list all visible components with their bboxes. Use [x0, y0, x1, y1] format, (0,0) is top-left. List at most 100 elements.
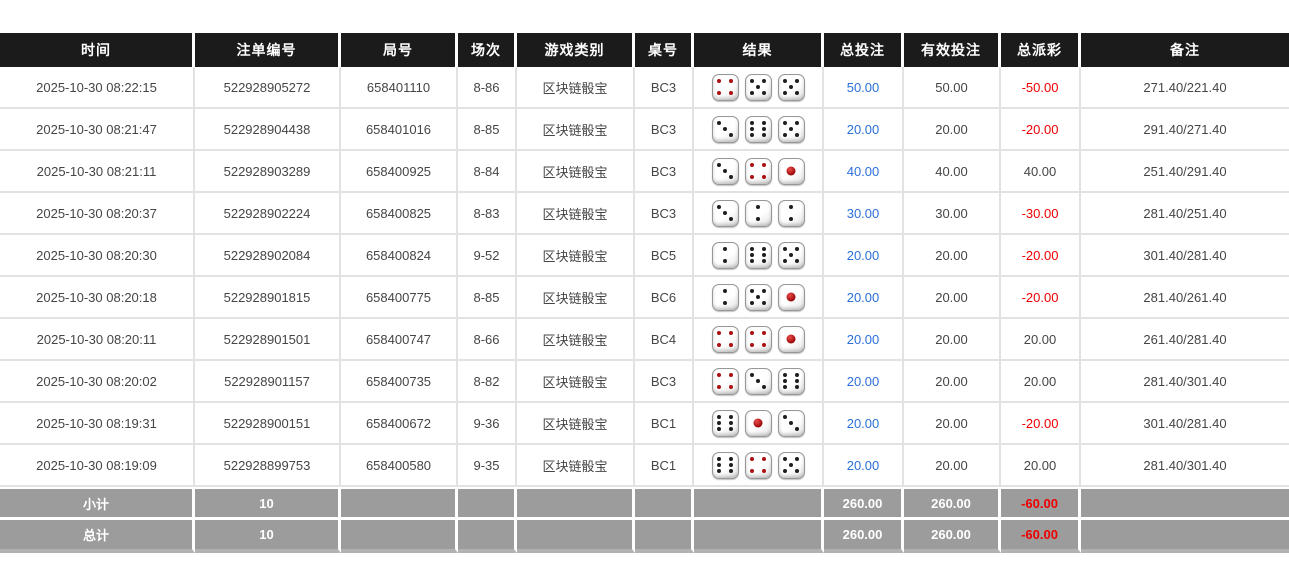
cell-time: 2025-10-30 08:20:18 [0, 277, 195, 319]
table-row: 2025-10-30 08:20:30522928902084658400824… [0, 235, 1289, 277]
cell-round-id: 658400775 [341, 277, 458, 319]
table-row: 2025-10-30 08:20:11522928901501658400747… [0, 319, 1289, 361]
subtotal-row: 小计10260.00260.00-60.00 [0, 487, 1289, 520]
cell-session: 9-52 [458, 235, 517, 277]
cell-time: 2025-10-30 08:22:15 [0, 67, 195, 109]
cell-valid-bet: 20.00 [904, 109, 1001, 151]
cell-round-id: 658400747 [341, 319, 458, 361]
cell-total-bet[interactable]: 20.00 [824, 235, 904, 277]
grandtotal-row: 总计10260.00260.00-60.00 [0, 520, 1289, 553]
footer-empty-game [517, 487, 635, 520]
cell-session: 8-66 [458, 319, 517, 361]
cell-total-bet[interactable]: 20.00 [824, 403, 904, 445]
cell-result-dice [694, 319, 824, 361]
die-4 [745, 326, 772, 353]
die-6 [745, 116, 772, 143]
column-header-remark: 备注 [1081, 33, 1289, 67]
table-row: 2025-10-30 08:19:09522928899753658400580… [0, 445, 1289, 487]
cell-total-payout: 40.00 [1001, 151, 1081, 193]
cell-total-bet[interactable]: 20.00 [824, 319, 904, 361]
cell-total-bet[interactable]: 20.00 [824, 109, 904, 151]
footer-count: 10 [195, 520, 341, 553]
table-header: 时间注单编号局号场次游戏类别桌号结果总投注有效投注总派彩备注 [0, 33, 1289, 67]
die-4 [712, 74, 739, 101]
cell-valid-bet: 20.00 [904, 403, 1001, 445]
cell-total-bet[interactable]: 50.00 [824, 67, 904, 109]
die-3 [712, 158, 739, 185]
cell-total-payout: -20.00 [1001, 403, 1081, 445]
footer-remark [1081, 487, 1289, 520]
cell-bet-id: 522928904438 [195, 109, 341, 151]
cell-total-bet[interactable]: 20.00 [824, 277, 904, 319]
cell-time: 2025-10-30 08:21:11 [0, 151, 195, 193]
column-header-result: 结果 [694, 33, 824, 67]
footer-total-bet: 260.00 [824, 520, 904, 553]
table-row: 2025-10-30 08:21:47522928904438658401016… [0, 109, 1289, 151]
cell-result-dice [694, 403, 824, 445]
cell-time: 2025-10-30 08:20:11 [0, 319, 195, 361]
die-3 [778, 410, 805, 437]
column-header-table_no: 桌号 [635, 33, 694, 67]
cell-result-dice [694, 445, 824, 487]
cell-valid-bet: 30.00 [904, 193, 1001, 235]
die-5 [745, 74, 772, 101]
die-3 [712, 200, 739, 227]
footer-empty-round [341, 520, 458, 553]
cell-game-type: 区块链骰宝 [517, 193, 635, 235]
cell-session: 8-83 [458, 193, 517, 235]
die-6 [778, 368, 805, 395]
cell-table-no: BC5 [635, 235, 694, 277]
cell-time: 2025-10-30 08:19:09 [0, 445, 195, 487]
cell-remark: 281.40/301.40 [1081, 445, 1289, 487]
cell-bet-id: 522928900151 [195, 403, 341, 445]
cell-total-bet[interactable]: 20.00 [824, 361, 904, 403]
cell-game-type: 区块链骰宝 [517, 235, 635, 277]
cell-result-dice [694, 193, 824, 235]
footer-empty-result [694, 487, 824, 520]
cell-bet-id: 522928899753 [195, 445, 341, 487]
cell-valid-bet: 20.00 [904, 319, 1001, 361]
footer-label: 总计 [0, 520, 195, 553]
cell-table-no: BC1 [635, 403, 694, 445]
cell-total-payout: 20.00 [1001, 445, 1081, 487]
cell-valid-bet: 20.00 [904, 361, 1001, 403]
die-3 [712, 116, 739, 143]
cell-valid-bet: 20.00 [904, 445, 1001, 487]
die-5 [778, 242, 805, 269]
footer-empty-table [635, 520, 694, 553]
die-4 [712, 326, 739, 353]
footer-empty-game [517, 520, 635, 553]
cell-game-type: 区块链骰宝 [517, 403, 635, 445]
cell-total-payout: -50.00 [1001, 67, 1081, 109]
cell-session: 8-84 [458, 151, 517, 193]
cell-session: 8-82 [458, 361, 517, 403]
cell-round-id: 658400672 [341, 403, 458, 445]
cell-total-bet[interactable]: 40.00 [824, 151, 904, 193]
cell-remark: 281.40/261.40 [1081, 277, 1289, 319]
cell-total-payout: 20.00 [1001, 361, 1081, 403]
die-2 [778, 200, 805, 227]
die-1 [745, 410, 772, 437]
die-3 [745, 368, 772, 395]
die-5 [745, 284, 772, 311]
cell-total-bet[interactable]: 20.00 [824, 445, 904, 487]
column-header-total_bet: 总投注 [824, 33, 904, 67]
column-header-valid_bet: 有效投注 [904, 33, 1001, 67]
column-header-bet_id: 注单编号 [195, 33, 341, 67]
cell-table-no: BC6 [635, 277, 694, 319]
footer-total-payout: -60.00 [1001, 487, 1081, 520]
table-row: 2025-10-30 08:20:18522928901815658400775… [0, 277, 1289, 319]
cell-result-dice [694, 361, 824, 403]
cell-remark: 251.40/291.40 [1081, 151, 1289, 193]
cell-table-no: BC3 [635, 109, 694, 151]
cell-game-type: 区块链骰宝 [517, 151, 635, 193]
cell-total-payout: -20.00 [1001, 235, 1081, 277]
die-4 [745, 452, 772, 479]
cell-game-type: 区块链骰宝 [517, 277, 635, 319]
bet-records-page: 时间注单编号局号场次游戏类别桌号结果总投注有效投注总派彩备注 2025-10-3… [0, 0, 1289, 563]
cell-game-type: 区块链骰宝 [517, 67, 635, 109]
cell-total-payout: -20.00 [1001, 277, 1081, 319]
cell-total-bet[interactable]: 30.00 [824, 193, 904, 235]
footer-total-bet: 260.00 [824, 487, 904, 520]
cell-total-payout: 20.00 [1001, 319, 1081, 361]
